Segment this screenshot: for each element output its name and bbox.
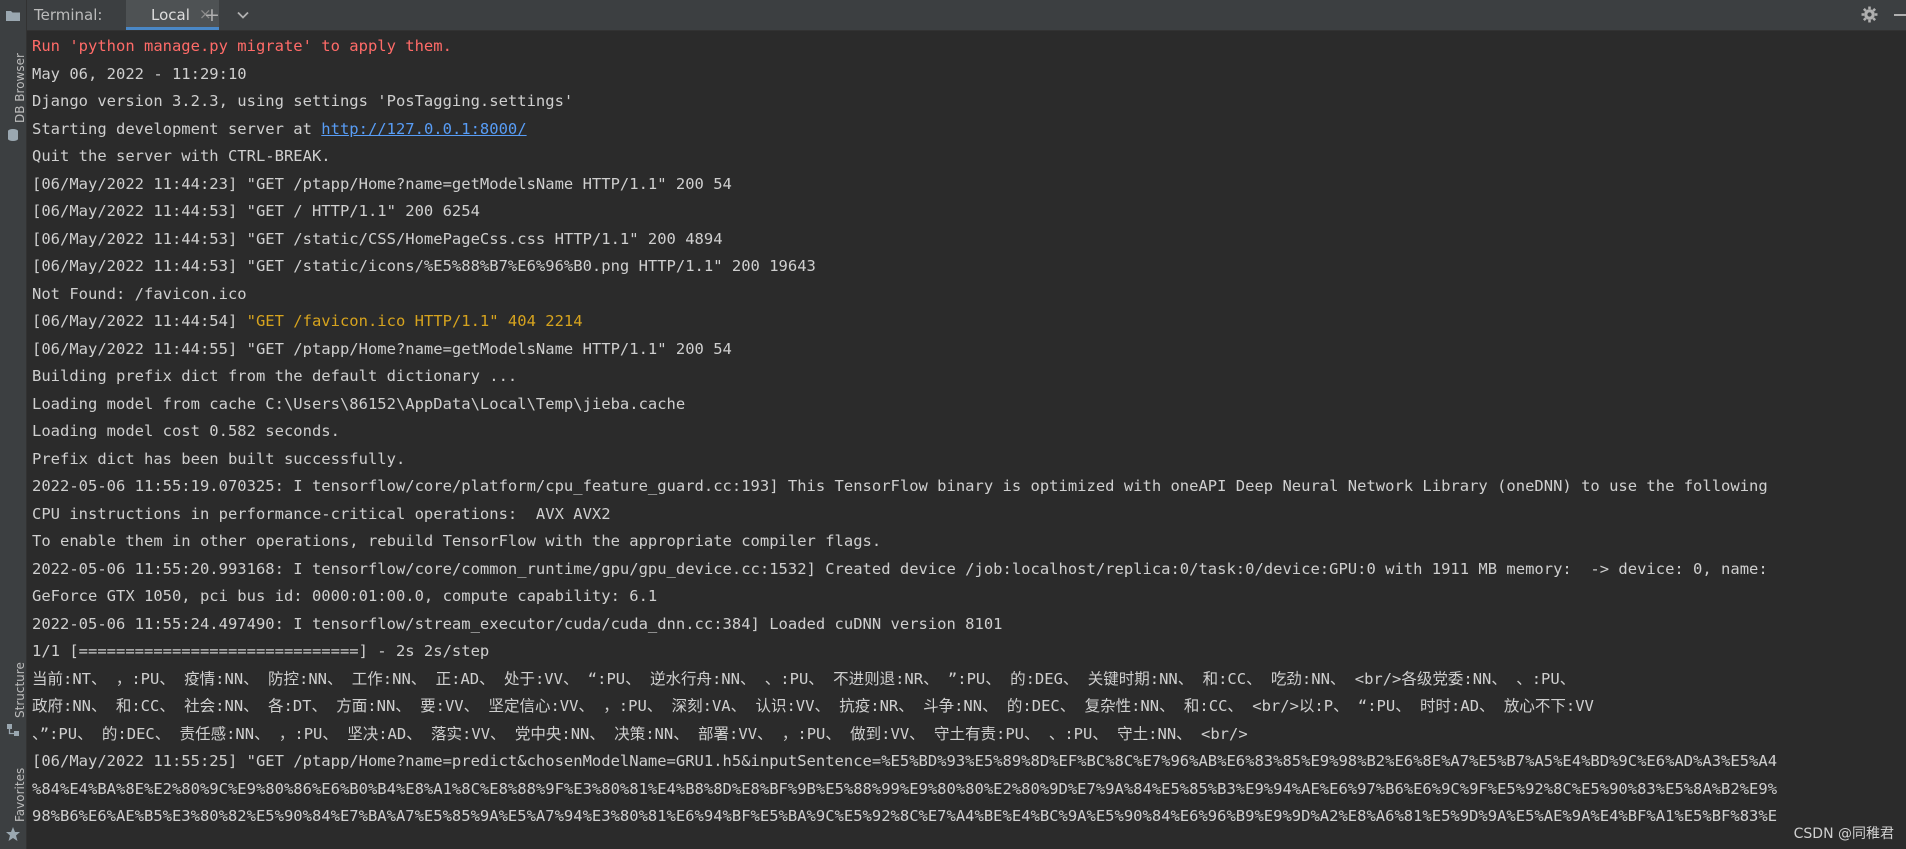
terminal-line: [06/May/2022 11:44:53] "GET / HTTP/1.1" …	[32, 198, 1902, 226]
terminal-line-text: Not Found: /favicon.ico	[32, 284, 247, 303]
add-tab-button[interactable]: +	[204, 5, 220, 25]
terminal-line: 当前:NT、 ，:PU、 疫情:NN、 防控:NN、 工作:NN、 正:AD、 …	[32, 666, 1902, 694]
terminal-line-text: [06/May/2022 11:44:53] "GET /static/icon…	[32, 257, 816, 275]
terminal-line: 、”:PU、 的:DEC、 责任感:NN、 ，:PU、 坚决:AD、 落实:VV…	[32, 721, 1902, 749]
terminal-line: %84%E4%BA%8E%E2%80%9C%E9%80%86%E6%B0%B4%…	[32, 776, 1902, 804]
server-url-link[interactable]: http://127.0.0.1:8000/	[321, 120, 526, 138]
terminal-line: 2022-05-06 11:55:20.993168: I tensorflow…	[32, 556, 1902, 584]
watermark: CSDN @同稚君	[1793, 826, 1894, 842]
terminal-line: 政府:NN、 和:CC、 社会:NN、 各:DT、 方面:NN、 要:VV、 坚…	[32, 693, 1902, 721]
terminal-line-text: 、”:PU、 的:DEC、 责任感:NN、 ，:PU、 坚决:AD、 落实:VV…	[32, 724, 1248, 743]
terminal-line-text: Building prefix dict from the default di…	[32, 367, 518, 385]
terminal-line: [06/May/2022 11:44:23] "GET /ptapp/Home?…	[32, 171, 1902, 199]
terminal-line-text: [06/May/2022 11:44:23] "GET /ptapp/Home?…	[32, 174, 732, 193]
terminal-line-text: Django version 3.2.3, using settings 'Po…	[32, 92, 574, 110]
chevron-down-icon[interactable]	[236, 8, 250, 22]
star-icon	[6, 827, 20, 841]
terminal-line: [06/May/2022 11:55:25] "GET /ptapp/Home?…	[32, 748, 1902, 776]
terminal-line-prefix: [06/May/2022 11:44:54]	[32, 312, 247, 330]
favorites-tool[interactable]: Favorites	[13, 768, 27, 822]
terminal-line: Loading model from cache C:\Users\86152\…	[32, 391, 1902, 419]
terminal-line-text: [06/May/2022 11:44:53] "GET / HTTP/1.1" …	[32, 202, 480, 220]
terminal-line-text: CPU instructions in performance-critical…	[32, 504, 611, 523]
terminal-line-text: [06/May/2022 11:44:55] "GET /ptapp/Home?…	[32, 339, 732, 358]
terminal-line: Not Found: /favicon.ico	[32, 281, 1902, 309]
tab-local-label: Local	[151, 6, 190, 24]
terminal-line-text: 2022-05-06 11:55:24.497490: I tensorflow…	[32, 614, 1003, 633]
terminal-line-text: %84%E4%BA%8E%E2%80%9C%E9%80%86%E6%B0%B4%…	[32, 779, 1778, 798]
terminal-line-text: Quit the server with CTRL-BREAK.	[32, 147, 331, 165]
terminal-line: Loading model cost 0.582 seconds.	[32, 418, 1902, 446]
terminal-line: Quit the server with CTRL-BREAK.	[32, 143, 1902, 171]
terminal-line: 2022-05-06 11:55:24.497490: I tensorflow…	[32, 611, 1902, 639]
terminal-line-text: 1/1 [==============================] - 2…	[32, 642, 490, 660]
terminal-line-text: Run 'python manage.py migrate' to apply …	[32, 37, 452, 55]
terminal-line: CPU instructions in performance-critical…	[32, 501, 1902, 529]
terminal-line: Prefix dict has been built successfully.	[32, 446, 1902, 474]
terminal-line-text: 当前:NT、 ，:PU、 疫情:NN、 防控:NN、 工作:NN、 正:AD、 …	[32, 669, 1576, 688]
terminal-line-text: 98%B6%E6%AE%B5%E3%80%82%E5%90%84%E7%BA%A…	[32, 807, 1778, 825]
terminal-line: [06/May/2022 11:44:53] "GET /static/CSS/…	[32, 226, 1902, 254]
terminal-line-text: 政府:NN、 和:CC、 社会:NN、 各:DT、 方面:NN、 要:VV、 坚…	[32, 697, 1594, 715]
terminal-line: [06/May/2022 11:44:55] "GET /ptapp/Home?…	[32, 336, 1902, 364]
terminal-header: Terminal: Local × +	[27, 0, 1906, 31]
terminal-line-text: 2022-05-06 11:55:19.070325: I tensorflow…	[32, 477, 1768, 495]
terminal-line: 2022-05-06 11:55:19.070325: I tensorflow…	[32, 473, 1902, 501]
db-browser-tool[interactable]: DB Browser	[13, 53, 27, 123]
terminal-line: GeForce GTX 1050, pci bus id: 0000:01:00…	[32, 583, 1902, 611]
terminal-line: [06/May/2022 11:44:53] "GET /static/icon…	[32, 253, 1902, 281]
terminal-line-text: May 06, 2022 - 11:29:10	[32, 64, 247, 83]
terminal-line-text: Prefix dict has been built successfully.	[32, 449, 406, 468]
terminal-line-text: GeForce GTX 1050, pci bus id: 0000:01:00…	[32, 587, 658, 605]
terminal-line: To enable them in other operations, rebu…	[32, 528, 1902, 556]
terminal-line: May 06, 2022 - 11:29:10	[32, 61, 1902, 89]
left-tool-strip: DB Browser Structure Favorites	[0, 0, 27, 849]
terminal-line-text: 2022-05-06 11:55:20.993168: I tensorflow…	[32, 559, 1768, 578]
structure-icon	[7, 724, 19, 736]
terminal-line: Django version 3.2.3, using settings 'Po…	[32, 88, 1902, 116]
folder-icon[interactable]	[5, 7, 21, 23]
structure-tool[interactable]: Structure	[13, 662, 27, 718]
terminal-line: 98%B6%E6%AE%B5%E3%80%82%E5%90%84%E7%BA%A…	[32, 803, 1902, 831]
gear-icon[interactable]	[1861, 6, 1878, 23]
terminal-line-text: [06/May/2022 11:55:25] "GET /ptapp/Home?…	[32, 752, 1778, 770]
database-icon	[8, 129, 18, 141]
terminal-line-text: [06/May/2022 11:44:53] "GET /static/CSS/…	[32, 229, 723, 248]
terminal-line-prefix: Starting development server at	[32, 119, 322, 138]
minimize-icon[interactable]	[1894, 13, 1906, 17]
terminal-output[interactable]: Run 'python manage.py migrate' to apply …	[32, 33, 1902, 849]
terminal-line-text: Loading model from cache C:\Users\86152\…	[32, 394, 686, 413]
terminal-line: Starting development server at http://12…	[32, 116, 1902, 144]
terminal-line-text: To enable them in other operations, rebu…	[32, 532, 882, 550]
warning-request-text: "GET /favicon.ico HTTP/1.1" 404 2214	[246, 312, 583, 330]
terminal-title: Terminal:	[34, 6, 103, 24]
terminal-line: [06/May/2022 11:44:54] "GET /favicon.ico…	[32, 308, 1902, 336]
terminal-line: Run 'python manage.py migrate' to apply …	[32, 33, 1902, 61]
terminal-line: Building prefix dict from the default di…	[32, 363, 1902, 391]
terminal-line-text: Loading model cost 0.582 seconds.	[32, 422, 340, 440]
terminal-line: 1/1 [==============================] - 2…	[32, 638, 1902, 666]
